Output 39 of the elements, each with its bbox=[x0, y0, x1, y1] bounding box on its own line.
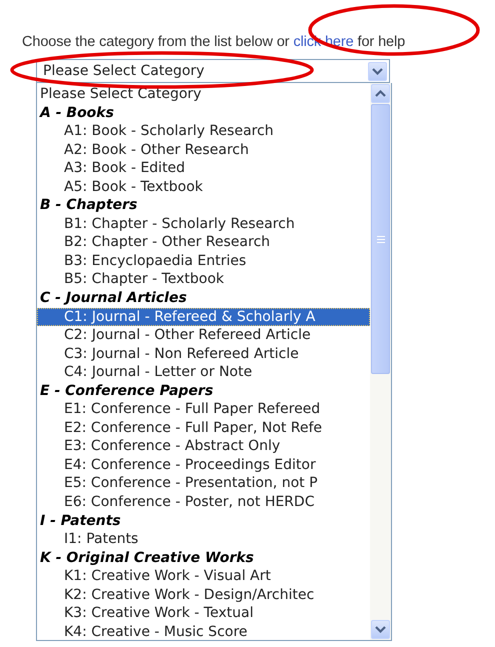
list-option[interactable]: K4: Creative - Music Score bbox=[37, 622, 370, 640]
list-option[interactable]: C3: Journal - Non Refereed Article bbox=[37, 344, 370, 364]
chevron-down-icon bbox=[375, 626, 386, 633]
list-option[interactable]: E5: Conference - Presentation, not P bbox=[37, 474, 370, 494]
list-option[interactable]: E4: Conference - Proceedings Editor bbox=[37, 456, 370, 474]
list-option[interactable]: K1: Creative Work - Visual Art bbox=[37, 567, 370, 586]
list-option[interactable]: E2: Conference - Full Paper, Not Refe bbox=[37, 418, 370, 438]
category-dropdown[interactable]: Please Select Category bbox=[36, 59, 390, 83]
list-option[interactable]: B1: Chapter - Scholarly Research bbox=[37, 214, 370, 234]
group-heading: B - Chapters bbox=[39, 196, 138, 215]
dropdown-button[interactable] bbox=[368, 62, 387, 80]
chevron-up-icon bbox=[375, 90, 386, 97]
grip-icon bbox=[376, 236, 384, 242]
list-option[interactable]: B5: Chapter - Textbook bbox=[37, 270, 370, 290]
chevron-down-icon bbox=[372, 68, 383, 74]
group-heading: K - Original Creative Works bbox=[39, 548, 255, 568]
group-heading: E - Conference Papers bbox=[39, 382, 214, 400]
list-option[interactable]: A1: Book - Scholarly Research bbox=[37, 122, 370, 141]
list-option[interactable]: E3: Conference - Abstract Only bbox=[37, 437, 370, 456]
list-option[interactable]: K2: Creative Work - Design/Architec bbox=[37, 586, 370, 604]
list-option[interactable]: C1: Journal - Refereed & Scholarly A bbox=[37, 308, 370, 326]
list-option[interactable]: C4: Journal - Letter or Note bbox=[37, 363, 370, 382]
list-option[interactable]: E6: Conference - Poster, not HERDC bbox=[37, 493, 370, 512]
list-option[interactable]: I1: Patents bbox=[37, 530, 370, 549]
list-option[interactable]: E1: Conference - Full Paper Refereed bbox=[37, 400, 370, 419]
scroll-up-button[interactable] bbox=[371, 84, 390, 103]
list-option[interactable]: A3: Book - Edited bbox=[37, 159, 370, 178]
group-heading: A - Books bbox=[38, 104, 115, 122]
group-heading: I - Patents bbox=[39, 512, 122, 530]
scrollbar-thumb[interactable] bbox=[371, 104, 390, 374]
list-option[interactable]: Please Select Category bbox=[37, 85, 370, 104]
group-heading: C - Journal Articles bbox=[39, 289, 188, 308]
list-option[interactable]: K3: Creative Work - Textual bbox=[37, 604, 370, 623]
list-option[interactable]: B2: Chapter - Other Research bbox=[37, 233, 370, 252]
scroll-down-button[interactable] bbox=[371, 620, 390, 639]
list-option[interactable]: B3: Encyclopaedia Entries bbox=[37, 252, 370, 270]
list-option[interactable]: C2: Journal - Other Refereed Article bbox=[37, 326, 370, 345]
list-option[interactable]: A5: Book - Textbook bbox=[37, 178, 370, 196]
list-option[interactable]: A2: Book - Other Research bbox=[37, 140, 370, 160]
